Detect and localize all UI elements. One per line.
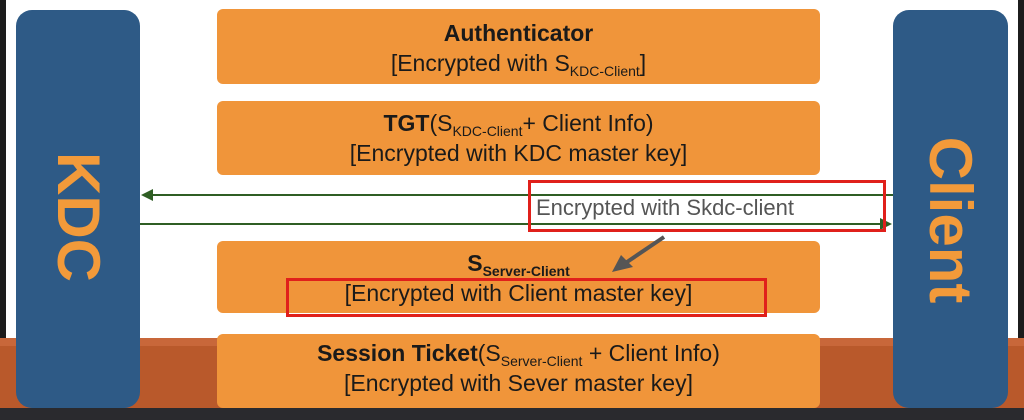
session-ticket-title-rest: + Client Info) [582,340,720,366]
client-label: Client [917,136,984,304]
authenticator-encryption-subscript: KDC-Client [569,63,640,79]
tgt-title-line: TGT(SKDC-Client+ Client Info) [217,108,820,138]
client-pillar: Client [893,10,1008,408]
client-key-highlight-box [286,278,767,317]
session-ticket-box: Session Ticket(SServer-Client + Client I… [217,334,820,408]
authenticator-title: Authenticator [443,20,594,46]
kdc-label: KDC [45,152,112,282]
session-ticket-title-open: (S [477,340,501,366]
tgt-title-open: (S [429,110,453,136]
session-key-title: S [467,250,483,276]
session-key-title-line: SServer-Client [217,248,820,278]
authenticator-encryption-text: [Encrypted with S [390,50,570,76]
session-key-subscript: Server-Client [482,263,570,279]
bottom-bar [0,408,1024,420]
authenticator-encryption: [Encrypted with SKDC-Client] [217,48,820,78]
authenticator-box: Authenticator [Encrypted with SKDC-Clien… [217,9,820,84]
diagram-canvas: KDC Client Authenticator [Encrypted with… [0,0,1024,420]
exchange-highlight-box [528,180,886,232]
tgt-box: TGT(SKDC-Client+ Client Info) [Encrypted… [217,101,820,175]
tgt-encryption: [Encrypted with KDC master key] [349,140,688,166]
authenticator-encryption-close: ] [639,50,647,76]
tgt-title-subscript: KDC-Client [452,123,523,139]
tgt-title: TGT [383,110,430,136]
tgt-title-rest: + Client Info) [522,110,654,136]
session-ticket-title-line: Session Ticket(SServer-Client + Client I… [217,338,820,368]
kdc-pillar: KDC [16,10,140,408]
session-ticket-encryption: [Encrypted with Sever master key] [344,370,693,396]
session-ticket-subscript: Server-Client [500,353,583,369]
session-ticket-title: Session Ticket [317,340,478,366]
